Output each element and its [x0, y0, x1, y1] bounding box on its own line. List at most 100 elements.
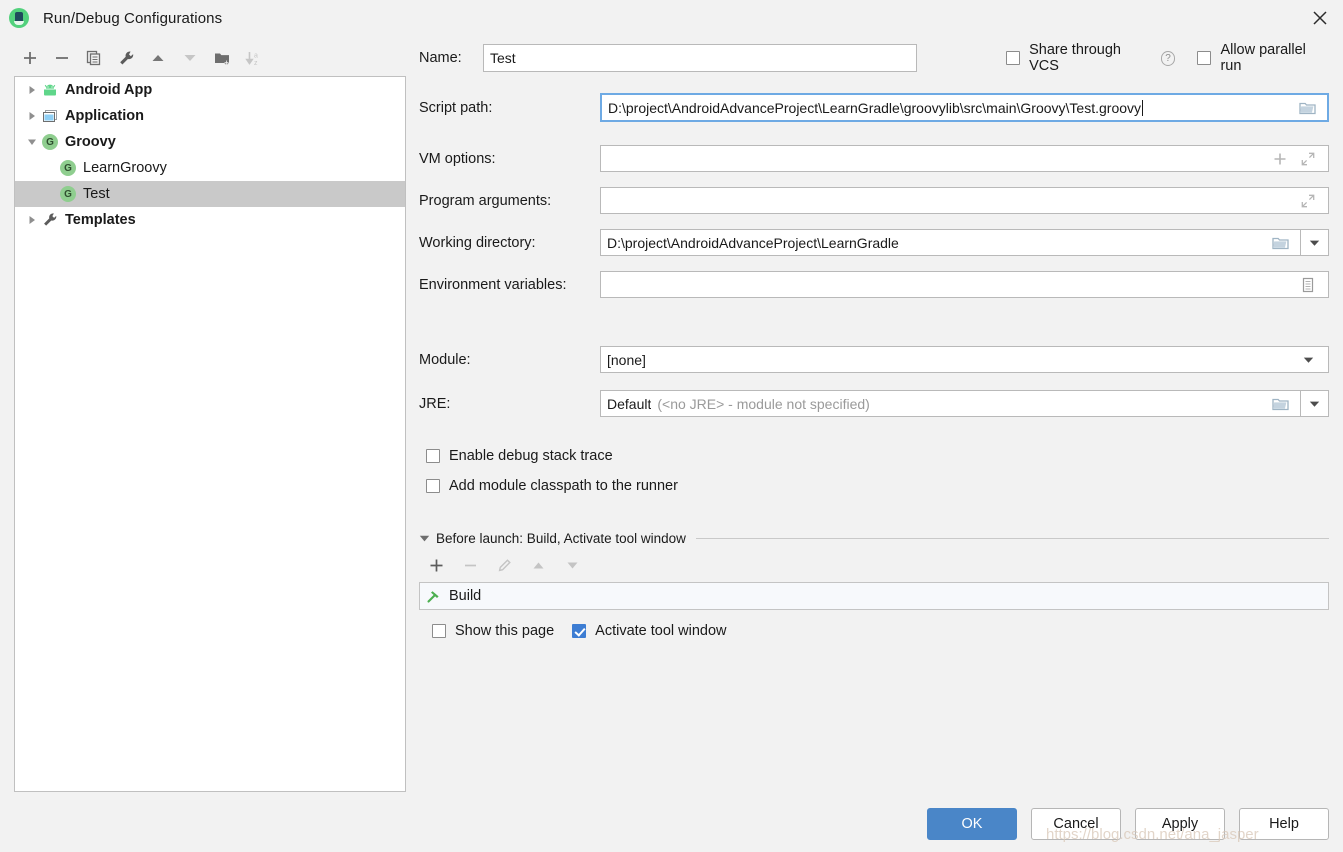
tree-item-label: Android App — [65, 82, 153, 98]
new-folder-button[interactable] — [206, 44, 238, 72]
before-launch-edit-button[interactable] — [487, 552, 521, 578]
working-directory-label: Working directory: — [419, 234, 536, 251]
jre-row: JRE: Default (<no JRE> - module not spec… — [419, 390, 1329, 417]
script-path-row: Script path: D:\project\AndroidAdvancePr… — [419, 93, 1329, 122]
share-through-vcs-checkbox[interactable] — [1006, 51, 1021, 65]
tree-item-label: Test — [83, 186, 110, 202]
svg-text:z: z — [254, 60, 258, 67]
share-through-vcs-label[interactable]: Share through VCS — [1029, 42, 1153, 74]
configurations-tree[interactable]: Android App Application G Groovy G Learn… — [14, 76, 406, 792]
chevron-down-icon[interactable] — [23, 129, 41, 155]
tree-item-learngroovy[interactable]: G LearnGroovy — [15, 155, 405, 181]
vm-options-add-icon[interactable] — [1266, 146, 1294, 171]
jre-dropdown-button[interactable] — [1301, 390, 1329, 417]
svg-text:a: a — [254, 52, 258, 59]
program-arguments-expand-icon[interactable] — [1294, 188, 1322, 213]
environment-variables-label: Environment variables: — [419, 276, 567, 293]
tree-item-test[interactable]: G Test — [15, 181, 405, 207]
before-launch-move-down-button[interactable] — [555, 552, 589, 578]
working-directory-value: D:\project\AndroidAdvanceProject\LearnGr… — [607, 234, 899, 251]
tree-item-label: Groovy — [65, 134, 116, 150]
android-studio-icon — [9, 8, 29, 28]
tree-item-groovy[interactable]: G Groovy — [15, 129, 405, 155]
environment-variables-row: Environment variables: — [419, 271, 1329, 298]
before-launch-header[interactable]: Before launch: Build, Activate tool wind… — [419, 531, 1329, 546]
name-row: Name: Test Share through VCS ? Allow par… — [419, 42, 1329, 74]
before-launch-options-row: Show this page Activate tool window — [419, 623, 1329, 639]
name-input-value: Test — [490, 50, 516, 66]
groovy-icon: G — [59, 185, 77, 203]
script-path-input[interactable]: D:\project\AndroidAdvanceProject\LearnGr… — [600, 93, 1329, 122]
move-down-button[interactable] — [174, 44, 206, 72]
module-select[interactable]: [none] — [600, 346, 1329, 373]
add-configuration-button[interactable] — [14, 44, 46, 72]
environment-variables-browse-icon[interactable] — [1294, 272, 1322, 297]
tree-item-label: Templates — [65, 212, 136, 228]
before-launch-add-button[interactable] — [419, 552, 453, 578]
groovy-icon: G — [41, 133, 59, 151]
add-module-classpath-label[interactable]: Add module classpath to the runner — [449, 478, 678, 494]
groovy-icon: G — [59, 159, 77, 177]
before-launch-separator — [695, 538, 1329, 539]
wrench-icon — [41, 211, 59, 229]
ok-button[interactable]: OK — [927, 808, 1017, 840]
show-this-page-label[interactable]: Show this page — [455, 623, 554, 639]
apply-button[interactable]: Apply — [1135, 808, 1225, 840]
vm-options-input[interactable] — [600, 145, 1329, 172]
dialog-title: Run/Debug Configurations — [43, 9, 223, 27]
program-arguments-label: Program arguments: — [419, 192, 552, 209]
configurations-toolbar: a z — [14, 43, 406, 73]
tree-item-label: LearnGroovy — [83, 160, 167, 176]
environment-variables-input[interactable] — [600, 271, 1329, 298]
vm-options-label: VM options: — [419, 150, 496, 167]
browse-script-path-icon[interactable] — [1293, 95, 1321, 120]
jre-value: Default — [607, 395, 652, 412]
enable-debug-stack-trace-checkbox[interactable] — [426, 449, 440, 463]
close-icon[interactable] — [1297, 0, 1343, 36]
browse-working-directory-icon[interactable] — [1266, 230, 1294, 255]
before-launch-move-up-button[interactable] — [521, 552, 555, 578]
allow-parallel-run-checkbox[interactable] — [1197, 51, 1212, 65]
move-up-button[interactable] — [142, 44, 174, 72]
vm-options-expand-icon[interactable] — [1294, 146, 1322, 171]
enable-debug-row: Enable debug stack trace — [419, 448, 1329, 464]
sort-configurations-button[interactable]: a z — [238, 44, 270, 72]
title-bar: Run/Debug Configurations — [0, 0, 1343, 36]
copy-configuration-button[interactable] — [78, 44, 110, 72]
help-button[interactable]: Help — [1239, 808, 1329, 840]
before-launch-task-item[interactable]: Build — [426, 588, 481, 604]
jre-select[interactable]: Default (<no JRE> - module not specified… — [600, 390, 1301, 417]
chevron-right-icon[interactable] — [23, 207, 41, 233]
chevron-right-icon[interactable] — [23, 77, 41, 103]
before-launch-task-label: Build — [449, 588, 482, 604]
add-module-classpath-checkbox[interactable] — [426, 479, 440, 493]
edit-templates-button[interactable] — [110, 44, 142, 72]
name-label: Name: — [419, 50, 462, 66]
remove-configuration-button[interactable] — [46, 44, 78, 72]
module-dropdown-icon[interactable] — [1294, 347, 1322, 372]
activate-tool-window-label[interactable]: Activate tool window — [595, 623, 726, 639]
working-directory-dropdown-button[interactable] — [1301, 229, 1329, 256]
help-icon[interactable]: ? — [1160, 50, 1176, 66]
working-directory-input[interactable]: D:\project\AndroidAdvanceProject\LearnGr… — [600, 229, 1301, 256]
enable-debug-stack-trace-label[interactable]: Enable debug stack trace — [449, 448, 613, 464]
name-input[interactable]: Test — [483, 44, 918, 72]
browse-jre-icon[interactable] — [1266, 391, 1294, 416]
program-arguments-input[interactable] — [600, 187, 1329, 214]
allow-parallel-run-label[interactable]: Allow parallel run — [1220, 42, 1329, 74]
before-launch-remove-button[interactable] — [453, 552, 487, 578]
cancel-button[interactable]: Cancel — [1031, 808, 1121, 840]
application-window-icon — [41, 107, 59, 125]
before-launch-task-list[interactable]: Build — [419, 582, 1329, 610]
show-this-page-checkbox[interactable] — [432, 624, 446, 638]
activate-tool-window-checkbox[interactable] — [572, 624, 587, 638]
chevron-right-icon[interactable] — [23, 103, 41, 129]
tree-item-application[interactable]: Application — [15, 103, 405, 129]
before-launch-collapse-icon[interactable] — [419, 534, 430, 543]
vm-options-row: VM options: — [419, 145, 1329, 172]
before-launch-toolbar — [419, 552, 1329, 578]
android-icon — [41, 81, 59, 99]
tree-item-android-app[interactable]: Android App — [15, 77, 405, 103]
tree-item-templates[interactable]: Templates — [15, 207, 405, 233]
jre-hint: (<no JRE> - module not specified) — [657, 395, 870, 412]
